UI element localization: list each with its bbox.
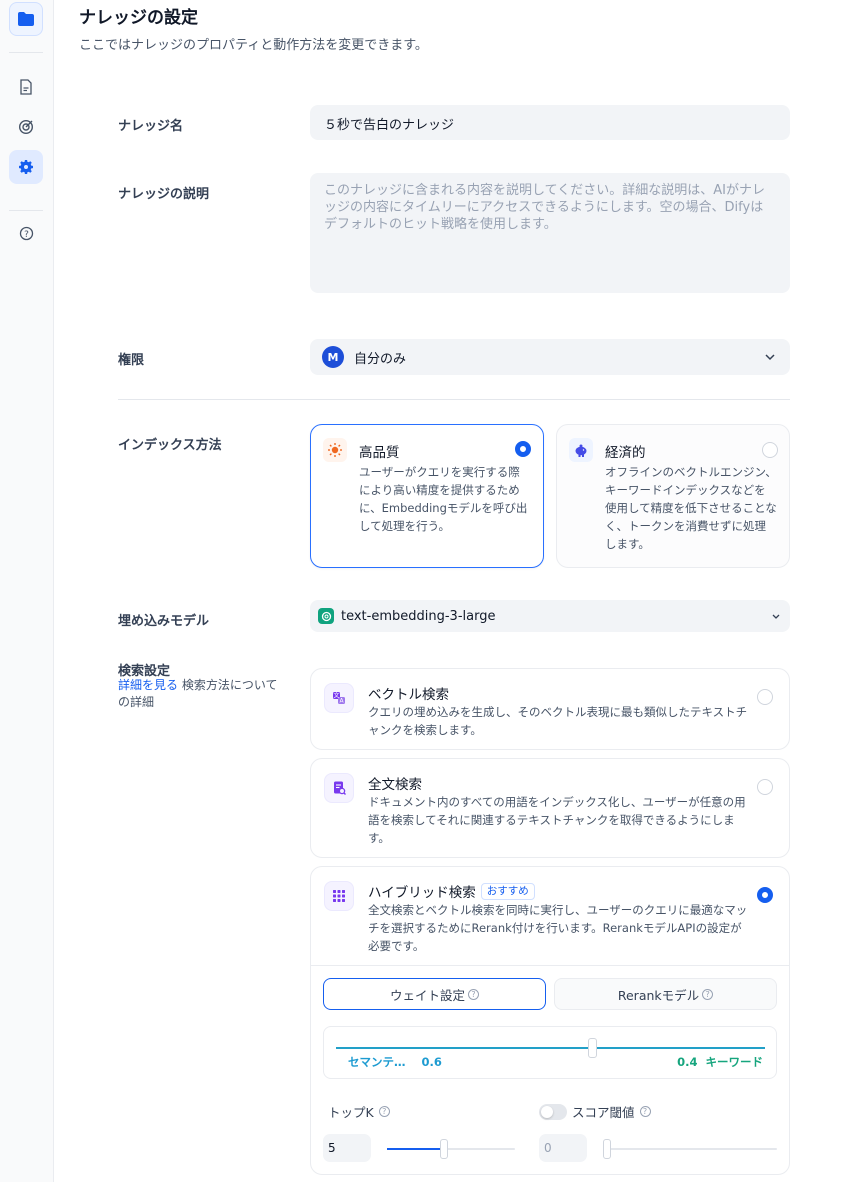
gear-icon[interactable]	[9, 150, 43, 184]
topk-slider-track[interactable]	[387, 1148, 515, 1150]
embedding-model-value: text-embedding-3-large	[341, 608, 496, 624]
index-option-title: 経済的	[605, 445, 646, 461]
score-threshold-input[interactable]: 0	[539, 1134, 587, 1162]
radio-unselected[interactable]	[762, 442, 778, 458]
learn-more-link[interactable]: 詳細を見る	[118, 678, 178, 692]
radio-unselected[interactable]	[757, 689, 773, 705]
permission-select[interactable]: M 自分のみ	[310, 339, 790, 375]
search-method-vector[interactable]: 文A ベクトル検索 クエリの埋め込みを生成し、そのベクトル表現に最も類似したテキ…	[310, 668, 790, 750]
hybrid-search-icon	[324, 881, 354, 911]
vector-search-icon: 文A	[324, 683, 354, 713]
help-icon: ?	[378, 1106, 390, 1117]
tab-weight-settings[interactable]: ウェイト設定?	[323, 978, 546, 1010]
sidebar-divider	[9, 52, 43, 53]
sun-icon	[323, 438, 347, 462]
help-icon: ?	[468, 988, 479, 1000]
weight-slider-handle[interactable]	[588, 1038, 597, 1058]
search-method-title: 全文検索	[368, 777, 422, 793]
index-method-label: インデックス方法	[118, 438, 222, 453]
sidebar-divider	[9, 210, 43, 211]
search-help: 詳細を見る 検索方法についての詳細	[118, 677, 288, 711]
search-method-fulltext[interactable]: 全文検索 ドキュメント内のすべての用語をインデックス化し、ユーザーが任意の用語を…	[310, 758, 790, 858]
radio-selected[interactable]	[515, 441, 531, 457]
document-icon[interactable]	[9, 70, 43, 104]
index-option-desc: オフラインのベクトルエンジン、キーワードインデックスなどを使用して精度を低下させ…	[605, 465, 777, 551]
tab-rerank-model[interactable]: Rerankモデル?	[554, 978, 777, 1010]
score-threshold-label: スコア閾値?	[539, 1102, 651, 1121]
search-method-desc: 全文検索とベクトル検索を同時に実行し、ユーザーのクエリに最適なマッチを選択するた…	[368, 903, 748, 953]
divider	[118, 399, 790, 400]
weight-slider-track[interactable]	[336, 1047, 765, 1049]
recommended-badge: おすすめ	[480, 882, 535, 900]
piggy-bank-icon	[569, 438, 593, 462]
target-icon[interactable]	[9, 110, 43, 144]
help-icon[interactable]: ?	[9, 216, 43, 250]
score-slider-track[interactable]	[603, 1148, 777, 1150]
chevron-down-icon	[772, 614, 780, 619]
avatar: M	[322, 346, 344, 368]
score-slider-handle[interactable]	[603, 1139, 611, 1159]
divider	[311, 965, 789, 966]
index-option-title: 高品質	[359, 445, 400, 461]
index-option-economy[interactable]: 経済的 オフラインのベクトルエンジン、キーワードインデックスなどを使用して精度を…	[556, 424, 790, 568]
name-label: ナレッジ名	[118, 119, 184, 134]
openai-icon	[318, 608, 334, 624]
page-subtitle: ここではナレッジのプロパティと動作方法を変更できます。	[79, 38, 428, 53]
page-title: ナレッジの設定	[79, 8, 198, 28]
svg-text:?: ?	[24, 229, 29, 239]
radio-unselected[interactable]	[757, 779, 773, 795]
sidebar: ?	[0, 0, 54, 1182]
knowledge-name-input[interactable]: ５秒で告白のナレッジ	[310, 105, 790, 140]
radio-selected[interactable]	[757, 887, 773, 903]
knowledge-description-input[interactable]: このナレッジに含まれる内容を説明してください。詳細な説明は、AIがナレッジの内容…	[310, 173, 790, 293]
topk-input[interactable]: 5	[323, 1134, 371, 1162]
search-method-title: ハイブリッド検索 おすすめ	[368, 881, 535, 901]
folder-icon[interactable]	[9, 2, 43, 36]
help-icon: ?	[639, 1106, 651, 1117]
embedding-model-label: 埋め込みモデル	[118, 614, 210, 629]
chevron-down-icon	[765, 354, 775, 361]
topk-slider-handle[interactable]	[440, 1139, 448, 1159]
description-label: ナレッジの説明	[118, 187, 210, 202]
permission-value: 自分のみ	[354, 351, 407, 367]
semantic-weight: セマンテ… 0.6	[348, 1055, 442, 1069]
search-method-desc: ドキュメント内のすべての用語をインデックス化し、ユーザーが任意の用語を検索してそ…	[368, 795, 746, 845]
topk-label: トップK?	[328, 1102, 390, 1121]
search-method-desc: クエリの埋め込みを生成し、そのベクトル表現に最も類似したテキストチャンクを検索し…	[368, 705, 748, 737]
weight-slider-box: セマンテ… 0.6 0.4 キーワード	[323, 1026, 777, 1079]
embedding-model-select[interactable]: text-embedding-3-large	[310, 600, 790, 632]
keyword-weight: 0.4 キーワード	[677, 1055, 763, 1069]
search-method-hybrid[interactable]: ハイブリッド検索 おすすめ 全文検索とベクトル検索を同時に実行し、ユーザーのクエ…	[310, 866, 790, 1175]
fulltext-search-icon	[324, 773, 354, 803]
permission-label: 権限	[118, 353, 145, 368]
index-option-high-quality[interactable]: 高品質 ユーザーがクエリを実行する際により高い精度を提供するために、Embedd…	[310, 424, 544, 568]
help-icon: ?	[702, 988, 714, 1000]
search-method-title: ベクトル検索	[368, 687, 449, 703]
score-threshold-toggle[interactable]	[539, 1103, 567, 1120]
index-option-desc: ユーザーがクエリを実行する際により高い精度を提供するために、Embeddingモ…	[359, 465, 528, 533]
